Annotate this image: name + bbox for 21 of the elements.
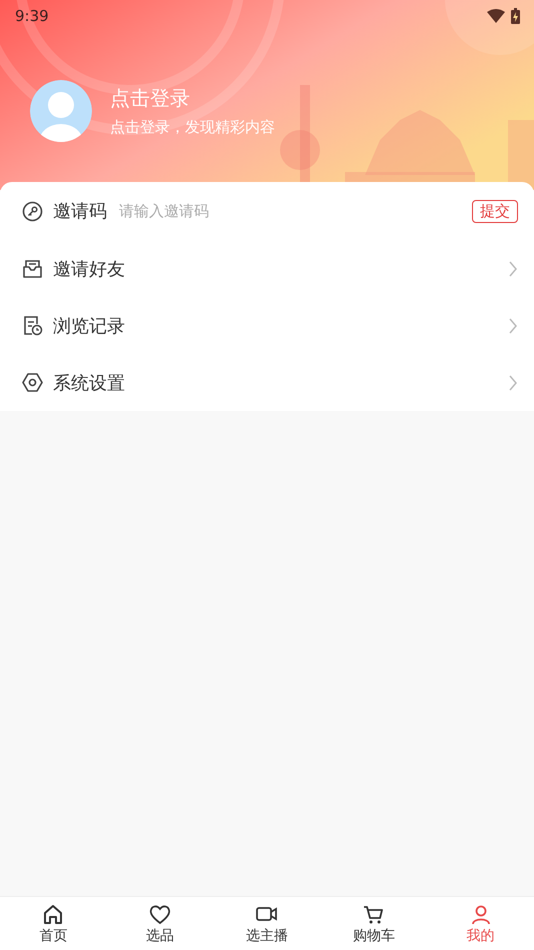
tab-item[interactable]: 选品 — [106, 897, 214, 950]
key-icon — [22, 200, 43, 222]
menu-label: 邀请码 — [53, 200, 107, 223]
tab-item[interactable]: 我的 — [427, 897, 534, 950]
heart-icon[interactable] — [148, 902, 172, 924]
wifi-icon — [487, 9, 505, 23]
menu-label[interactable]: 浏览记录 — [53, 314, 125, 338]
avatar-icon[interactable] — [30, 80, 92, 142]
tab-item[interactable]: 选主播 — [214, 897, 320, 950]
menu-label[interactable]: 邀请好友 — [53, 256, 125, 280]
envelope-icon — [22, 258, 43, 279]
invite-code-field[interactable]: 请输入邀请码 — [119, 202, 472, 220]
login-subtitle: 点击登录，发现精彩内容 — [110, 118, 275, 137]
menu-label[interactable]: 系统设置 — [53, 370, 125, 394]
document-clock-icon — [22, 315, 43, 336]
settings-icon — [22, 372, 43, 393]
submit-button[interactable]: 提交 — [472, 200, 518, 222]
tab-item[interactable]: 购物车 — [320, 897, 428, 950]
status-time: 9:39 — [15, 7, 49, 25]
battery-icon — [511, 8, 520, 24]
tab-item[interactable]: 首页 — [0, 897, 107, 950]
